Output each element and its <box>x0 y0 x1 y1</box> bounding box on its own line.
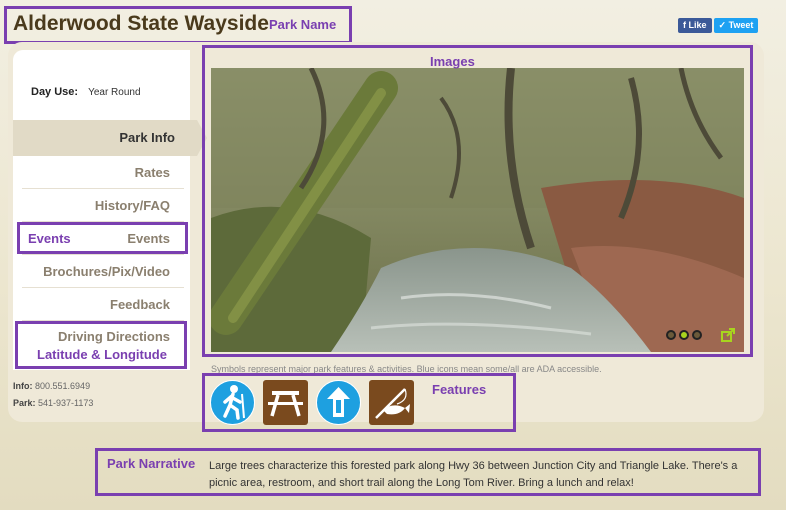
park-phone: Park: 541-937-1173 <box>13 398 94 408</box>
tweet-button[interactable]: ✓ Tweet <box>713 18 759 33</box>
events-annotation-label: Events <box>28 231 71 246</box>
day-use: Day Use: Year Round <box>31 86 141 98</box>
nav-park-info[interactable]: Park Info <box>13 120 207 156</box>
features-annotation-label: Features <box>432 382 487 397</box>
nav-feedback[interactable]: Feedback <box>22 288 184 321</box>
nav-rates[interactable]: Rates <box>22 156 184 189</box>
images-annotation-box <box>202 45 753 357</box>
park-narrative-annotation-label: Park Narrative <box>107 456 196 471</box>
lat-long-annotation-label: Latitude & Longitude <box>37 347 167 362</box>
info-phone: Info: 800.551.6949 <box>13 381 91 391</box>
park-name-annotation-label: Park Name <box>269 17 337 32</box>
social-buttons: f Like ✓ Tweet <box>678 18 759 33</box>
images-annotation-label: Images <box>430 54 475 69</box>
nav-brochures[interactable]: Brochures/Pix/Video <box>22 255 184 288</box>
facebook-like-button[interactable]: f Like <box>678 18 712 33</box>
nav-history-faq[interactable]: History/FAQ <box>22 189 184 222</box>
park-narrative: Large trees characterize this forested p… <box>209 460 738 489</box>
